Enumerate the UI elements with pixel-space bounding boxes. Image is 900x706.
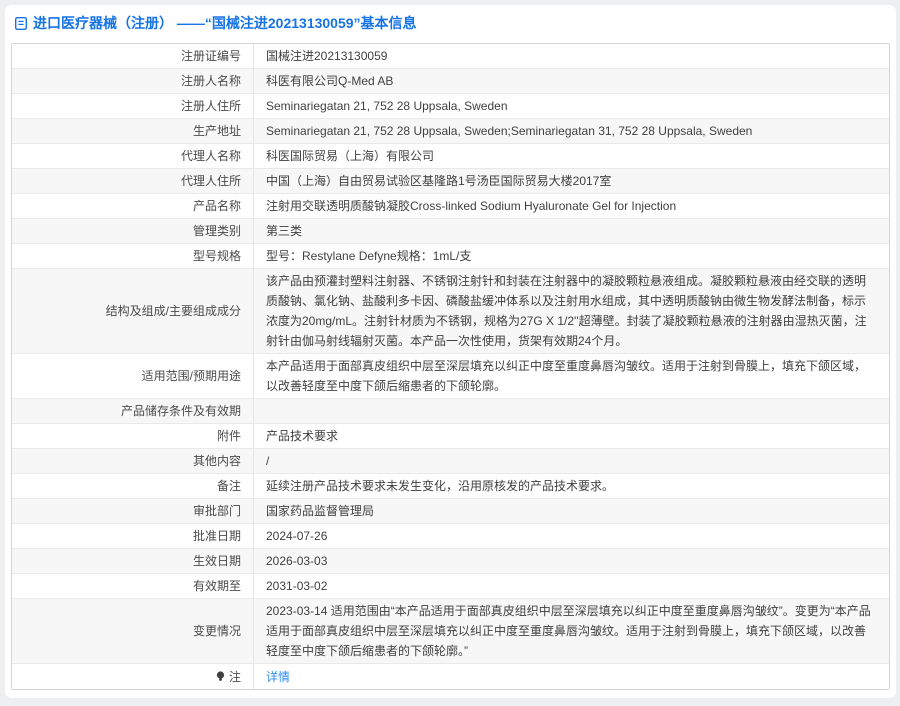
row-label: 注册证编号 [12, 44, 254, 68]
row-value: 注射用交联透明质酸钠凝胶Cross-linked Sodium Hyaluron… [254, 194, 889, 218]
row-value: Seminariegatan 21, 752 28 Uppsala, Swede… [254, 119, 889, 143]
row-label: 型号规格 [12, 244, 254, 268]
table-row: 生效日期 2026-03-03 [12, 549, 889, 574]
row-value: 产品技术要求 [254, 424, 889, 448]
content-panel: 进口医疗器械（注册） ——“国械注进20213130059”基本信息 注册证编号… [5, 5, 896, 698]
table-row: 适用范围/预期用途本产品适用于面部真皮组织中层至深层填充以纠正中度至重度鼻唇沟皱… [12, 354, 889, 399]
row-value: 详情 [254, 664, 889, 689]
row-label-text: 产品储存条件及有效期 [121, 401, 241, 421]
table-row: 管理类别第三类 [12, 219, 889, 244]
row-label-text: 管理类别 [193, 221, 241, 241]
table-row: 型号规格型号：Restylane Defyne规格：1mL/支 [12, 244, 889, 269]
row-label-text: 其他内容 [193, 451, 241, 471]
row-label: 其他内容 [12, 449, 254, 473]
row-value: 科医国际贸易（上海）有限公司 [254, 144, 889, 168]
row-label-text: 生效日期 [193, 551, 241, 571]
row-value: 2024-07-26 [254, 524, 889, 548]
table-row: 代理人名称科医国际贸易（上海）有限公司 [12, 144, 889, 169]
row-label-text: 批准日期 [193, 526, 241, 546]
table-row: 产品储存条件及有效期 [12, 399, 889, 424]
row-label-text: 有效期至 [193, 576, 241, 596]
row-label-text: 代理人名称 [181, 146, 241, 166]
row-label: 备注 [12, 474, 254, 498]
row-label: 有效期至 [12, 574, 254, 598]
document-icon [14, 16, 28, 31]
row-value: 延续注册产品技术要求未发生变化，沿用原核发的产品技术要求。 [254, 474, 889, 498]
row-label: 管理类别 [12, 219, 254, 243]
row-label: 结构及组成/主要组成成分 [12, 269, 254, 353]
row-label: 产品储存条件及有效期 [12, 399, 254, 423]
row-label-text: 适用范围/预期用途 [142, 366, 241, 386]
row-label: 附件 [12, 424, 254, 448]
row-value: Seminariegatan 21, 752 28 Uppsala, Swede… [254, 94, 889, 118]
table-row: 注册人住所 Seminariegatan 21, 752 28 Uppsala, … [12, 94, 889, 119]
table-row: 附件产品技术要求 [12, 424, 889, 449]
row-label-text: 产品名称 [193, 196, 241, 216]
table-row: 有效期至 2031-03-02 [12, 574, 889, 599]
table-row: 备注延续注册产品技术要求未发生变化，沿用原核发的产品技术要求。 [12, 474, 889, 499]
row-value: 第三类 [254, 219, 889, 243]
table-row: 生产地址 Seminariegatan 21, 752 28 Uppsala, S… [12, 119, 889, 144]
row-value: 2023-03-14 适用范围由“本产品适用于面部真皮组织中层至深层填充以纠正中… [254, 599, 889, 663]
table-row: 变更情况 2023-03-14 适用范围由“本产品适用于面部真皮组织中层至深层填充… [12, 599, 889, 664]
row-label: 生效日期 [12, 549, 254, 573]
row-label-text: 结构及组成/主要组成成分 [106, 301, 241, 321]
table-row: 注 详情 [12, 664, 889, 689]
row-label-text: 注册人名称 [181, 71, 241, 91]
row-label: 注册人名称 [12, 69, 254, 93]
row-value: 型号：Restylane Defyne规格：1mL/支 [254, 244, 889, 268]
row-label-text: 审批部门 [193, 501, 241, 521]
row-label-text: 生产地址 [193, 121, 241, 141]
row-value: 本产品适用于面部真皮组织中层至深层填充以纠正中度至重度鼻唇沟皱纹。适用于注射到骨… [254, 354, 889, 398]
row-value: 该产品由预灌封塑料注射器、不锈钢注射针和封装在注射器中的凝胶颗粒悬液组成。凝胶颗… [254, 269, 889, 353]
table-row: 注册人名称科医有限公司Q-Med AB [12, 69, 889, 94]
row-value: 科医有限公司Q-Med AB [254, 69, 889, 93]
row-label-text: 变更情况 [193, 621, 241, 641]
row-label-text: 注册证编号 [181, 46, 241, 66]
row-label: 生产地址 [12, 119, 254, 143]
details-link[interactable]: 详情 [266, 667, 290, 687]
page-title: 进口医疗器械（注册） ——“国械注进20213130059”基本信息 [33, 14, 417, 32]
row-label: 注 [12, 664, 254, 689]
table-row: 产品名称注射用交联透明质酸钠凝胶Cross-linked Sodium Hyal… [12, 194, 889, 219]
row-label-text: 注册人住所 [181, 96, 241, 116]
row-label: 适用范围/预期用途 [12, 354, 254, 398]
row-label: 代理人住所 [12, 169, 254, 193]
row-value: 中国（上海）自由贸易试验区基隆路1号汤臣国际贸易大楼2017室 [254, 169, 889, 193]
row-label: 注册人住所 [12, 94, 254, 118]
row-label: 代理人名称 [12, 144, 254, 168]
row-label-text: 代理人住所 [181, 171, 241, 191]
table-row: 其他内容 / [12, 449, 889, 474]
row-value: 2026-03-03 [254, 549, 889, 573]
row-value: / [254, 449, 889, 473]
row-value: 2031-03-02 [254, 574, 889, 598]
table-row: 代理人住所中国（上海）自由贸易试验区基隆路1号汤臣国际贸易大楼2017室 [12, 169, 889, 194]
page-title-bar: 进口医疗器械（注册） ——“国械注进20213130059”基本信息 [5, 5, 896, 41]
row-value: 国械注进20213130059 [254, 44, 889, 68]
table-row: 审批部门国家药品监督管理局 [12, 499, 889, 524]
lightbulb-note-icon [215, 670, 226, 683]
row-label-text: 备注 [217, 476, 241, 496]
row-label: 批准日期 [12, 524, 254, 548]
table-row: 结构及组成/主要组成成分该产品由预灌封塑料注射器、不锈钢注射针和封装在注射器中的… [12, 269, 889, 354]
table-row: 批准日期 2024-07-26 [12, 524, 889, 549]
row-label-text: 附件 [217, 426, 241, 446]
row-label-text: 注 [229, 667, 241, 687]
table-row: 注册证编号国械注进20213130059 [12, 44, 889, 69]
registration-info-table: 注册证编号国械注进20213130059注册人名称科医有限公司Q-Med AB注… [11, 43, 890, 690]
row-label: 产品名称 [12, 194, 254, 218]
row-label-text: 型号规格 [193, 246, 241, 266]
row-value: 国家药品监督管理局 [254, 499, 889, 523]
row-label: 变更情况 [12, 599, 254, 663]
row-label: 审批部门 [12, 499, 254, 523]
row-value [254, 399, 889, 423]
